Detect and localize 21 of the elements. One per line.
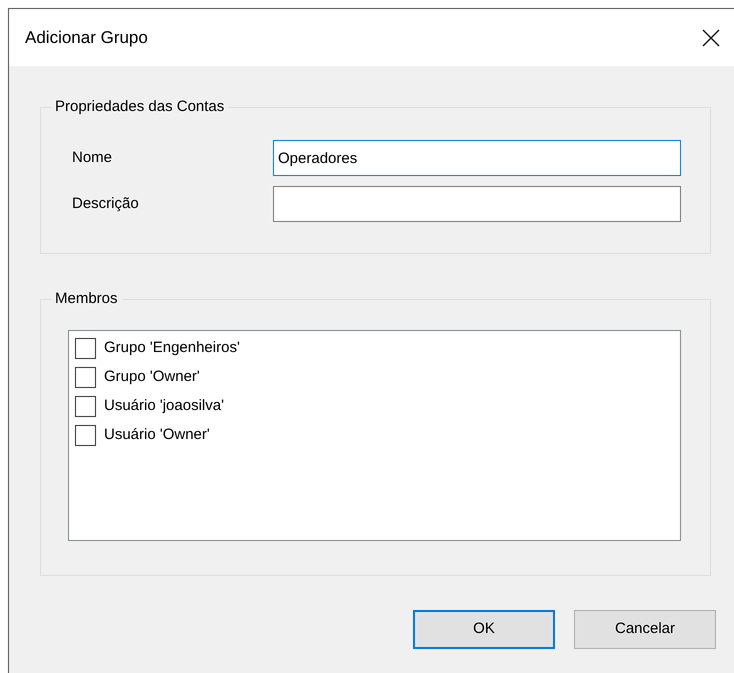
dialog-button[interactable]: Cancelar bbox=[574, 610, 716, 649]
member-item[interactable]: Usuário 'Owner' bbox=[75, 421, 680, 450]
dialog-button[interactable]: OK bbox=[413, 610, 555, 649]
member-label: Grupo 'Owner' bbox=[104, 367, 200, 388]
text-field[interactable]: Operadores bbox=[273, 140, 681, 176]
group-title: Propriedades das Contas bbox=[51, 97, 228, 117]
checkbox[interactable] bbox=[75, 425, 96, 446]
checkbox[interactable] bbox=[75, 367, 96, 388]
checkbox[interactable] bbox=[75, 396, 96, 417]
field-label: Descrição bbox=[71, 194, 140, 214]
member-item[interactable]: Grupo 'Owner' bbox=[75, 363, 680, 392]
field-label: Nome bbox=[71, 148, 114, 168]
member-label: Grupo 'Engenheiros' bbox=[104, 338, 240, 358]
member-item[interactable]: Grupo 'Engenheiros' bbox=[75, 334, 680, 363]
member-label: Usuário 'Owner' bbox=[104, 425, 210, 446]
member-item[interactable]: Usuário 'joaosilva' bbox=[75, 392, 680, 421]
close-icon bbox=[702, 28, 720, 46]
text-field[interactable] bbox=[273, 186, 681, 222]
window-title: Adicionar Grupo bbox=[25, 26, 148, 49]
member-label: Usuário 'joaosilva' bbox=[104, 396, 224, 416]
checkbox[interactable] bbox=[75, 338, 96, 359]
